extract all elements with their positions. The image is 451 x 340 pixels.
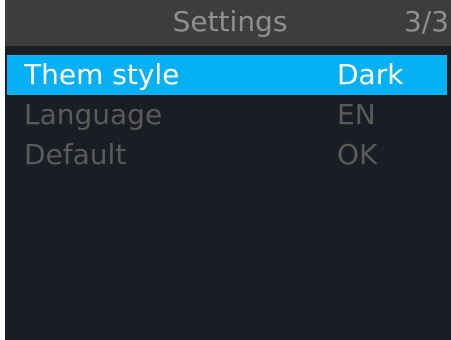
setting-row-language[interactable]: Language EN <box>7 95 447 135</box>
device-screen: Settings 3/3 Them style Dark Language EN… <box>5 0 451 340</box>
setting-row-theme-style[interactable]: Them style Dark <box>7 55 447 95</box>
header-bar: Settings 3/3 <box>5 0 451 46</box>
settings-list: Them style Dark Language EN Default OK <box>5 55 451 175</box>
setting-value: EN <box>337 98 376 131</box>
setting-row-default[interactable]: Default OK <box>7 135 447 175</box>
setting-label: Language <box>24 98 163 131</box>
setting-value: OK <box>337 138 378 171</box>
page-indicator: 3/3 <box>403 5 449 38</box>
setting-label: Them style <box>24 58 180 91</box>
setting-label: Default <box>24 138 127 171</box>
page-title: Settings <box>172 5 288 38</box>
setting-value: Dark <box>337 58 404 91</box>
